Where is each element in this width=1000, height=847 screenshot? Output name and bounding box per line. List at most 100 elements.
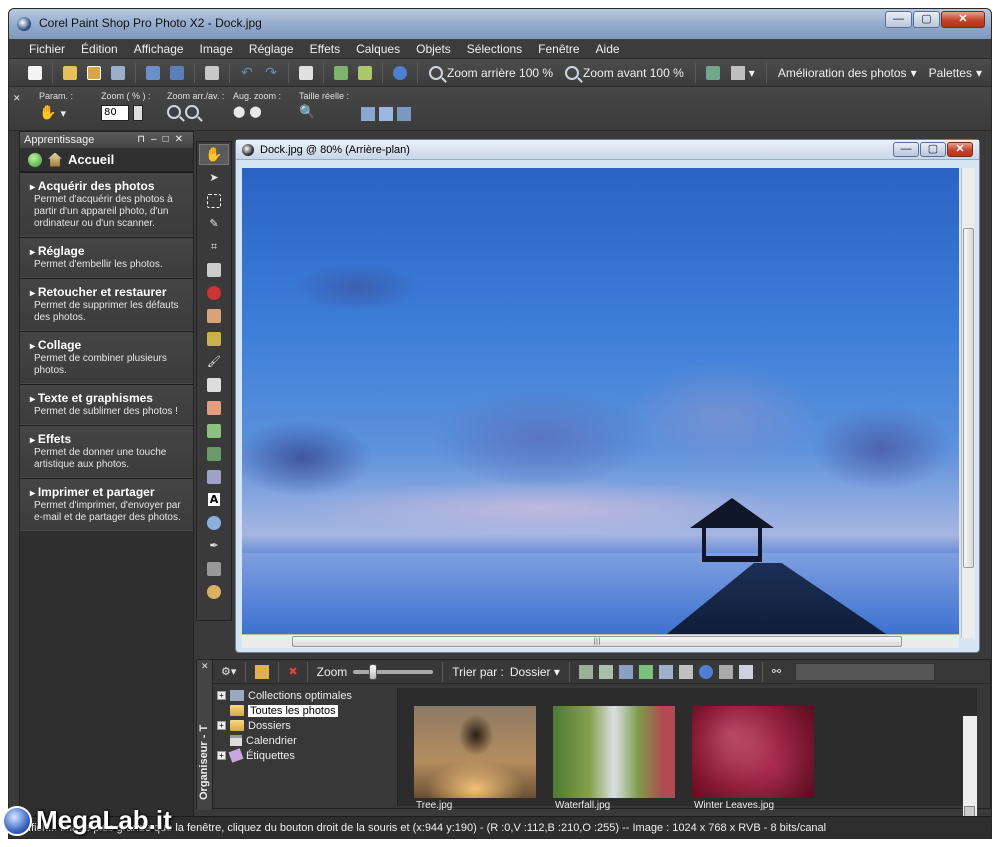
organizer-search-input[interactable] (795, 662, 936, 681)
panel-controls[interactable]: ⊓–□✕ (137, 132, 189, 148)
copy-dropdown[interactable]: ▾ (727, 65, 759, 80)
delete-icon[interactable]: ✖ (288, 665, 297, 678)
actual-size-icon[interactable]: 🔍 (299, 105, 315, 120)
makeover-tool[interactable] (199, 305, 229, 326)
home-icon[interactable] (48, 152, 62, 167)
shape-tool[interactable] (199, 512, 229, 533)
info-button[interactable] (390, 63, 410, 83)
collection-icon[interactable] (598, 664, 613, 679)
fill-tool[interactable] (199, 443, 229, 464)
horizontal-scroll-thumb[interactable]: ||| (292, 636, 902, 647)
crop-tool[interactable]: ⌗ (199, 236, 229, 257)
doc-maximize-button[interactable]: ▢ (920, 142, 946, 157)
organizer-options-icon[interactable]: ⚙▾ (221, 665, 236, 678)
art-media-tool[interactable] (199, 581, 229, 602)
menu-image[interactable]: Image (192, 39, 241, 58)
tree-item-all-photos[interactable]: Toutes les photos (217, 703, 385, 718)
zoom-out-icon[interactable] (167, 105, 181, 119)
vertical-scroll-thumb[interactable] (963, 228, 974, 568)
document-icon[interactable] (242, 144, 254, 156)
menu-fichier[interactable]: Fichier (21, 39, 73, 58)
section-text-graphics[interactable]: Texte et graphismesPermet de sublimer de… (20, 384, 193, 425)
image-title-bar[interactable]: Dock.jpg @ 80% (Arrière-plan) — ▢ ✕ (236, 140, 979, 160)
close-button[interactable]: ✕ (941, 11, 985, 28)
monitor-icon[interactable] (618, 664, 633, 679)
hand-preset-icon[interactable]: ✋ (39, 105, 56, 121)
menu-aide[interactable]: Aide (588, 39, 628, 58)
image-canvas[interactable] (242, 168, 959, 638)
home-label[interactable]: Accueil (68, 152, 114, 167)
menu-reglage[interactable]: Réglage (241, 39, 302, 58)
menu-fenetre[interactable]: Fenêtre (530, 39, 587, 58)
share-icon[interactable] (658, 664, 673, 679)
menu-effets[interactable]: Effets (302, 39, 348, 58)
app-icon[interactable] (17, 17, 31, 31)
pan-tool[interactable]: ✋ (199, 144, 229, 165)
zoom-step-in-icon[interactable]: ⬤ (249, 105, 261, 118)
organizer-side-tab[interactable]: ✕ Organiseur - T (197, 660, 213, 810)
one-step-fix-button[interactable] (331, 63, 351, 83)
browse-button[interactable] (84, 63, 104, 83)
vertical-scrollbar[interactable] (961, 168, 975, 638)
section-collage[interactable]: CollagePermet de combiner plusieurs phot… (20, 331, 193, 384)
thumbnail-waterfall[interactable]: Waterfall.jpg (553, 706, 675, 811)
tag-icon[interactable] (738, 664, 753, 679)
fit-image-icon[interactable] (379, 107, 393, 121)
menu-objets[interactable]: Objets (408, 39, 459, 58)
eraser-brush-tool[interactable] (199, 466, 229, 487)
info-icon[interactable] (698, 664, 713, 679)
organizer-close-icon[interactable]: ✕ (201, 662, 209, 672)
open-button[interactable] (60, 63, 80, 83)
title-bar[interactable]: Corel Paint Shop Pro Photo X2 - Dock.jpg… (9, 9, 991, 39)
tree-item-calendar[interactable]: Calendrier (217, 733, 385, 748)
section-adjust[interactable]: RéglagePermet d'embellir les photos. (20, 237, 193, 278)
section-retouch[interactable]: Retoucher et restaurerPermet de supprime… (20, 278, 193, 331)
red-eye-tool[interactable] (199, 282, 229, 303)
zoom-out-100-button[interactable]: Zoom arrière 100 % (425, 65, 557, 80)
redo-button[interactable]: ↷ (261, 63, 281, 83)
manager-button[interactable] (703, 63, 723, 83)
fit-screen-icon[interactable] (397, 107, 411, 121)
menu-calques[interactable]: Calques (348, 39, 408, 58)
zoom-step-out-icon[interactable]: ⬤ (233, 105, 245, 118)
expand-icon[interactable]: + (217, 691, 226, 700)
smart-fix-button[interactable] (355, 63, 375, 83)
doc-minimize-button[interactable]: — (893, 142, 919, 157)
doc-close-button[interactable]: ✕ (947, 142, 973, 157)
palettes-menu[interactable]: Palettes ▾ (925, 66, 986, 80)
thumbnail-winter-leaves[interactable]: Winter Leaves.jpg (692, 706, 814, 811)
color-replacer-tool[interactable] (199, 420, 229, 441)
thumbnail-tree[interactable]: Tree.jpg (414, 706, 536, 811)
new-file-button[interactable] (25, 63, 45, 83)
scan-button[interactable] (108, 63, 128, 83)
smudge-tool[interactable] (199, 397, 229, 418)
print-button[interactable] (202, 63, 222, 83)
tree-item-collections[interactable]: + Collections optimales (217, 688, 385, 703)
organizer-folder-icon[interactable] (255, 664, 270, 679)
maximize-button[interactable]: ▢ (913, 11, 940, 28)
section-effects[interactable]: EffetsPermet de donner une touche artist… (20, 425, 193, 478)
tree-item-folders[interactable]: + Dossiers (217, 718, 385, 733)
clone-tool[interactable] (199, 328, 229, 349)
expand-icon[interactable]: + (217, 721, 226, 730)
enhance-photo-menu[interactable]: Amélioration des photos ▾ (774, 66, 921, 80)
save-button[interactable] (143, 63, 163, 83)
upload-icon[interactable] (638, 664, 653, 679)
tree-item-tags[interactable]: + Étiquettes (217, 748, 385, 763)
zoom-in-icon[interactable] (185, 105, 199, 119)
warp-tool[interactable] (199, 558, 229, 579)
tool-options-close[interactable]: ✕ (13, 91, 21, 104)
chevron-down-icon[interactable]: ▾ (60, 107, 66, 120)
pick-tool[interactable]: ➤ (199, 167, 229, 188)
thumbnail-zoom-slider[interactable] (353, 663, 434, 680)
slider-knob[interactable] (369, 663, 378, 680)
zoom-in-100-button[interactable]: Zoom avant 100 % (561, 65, 688, 80)
selection-tool[interactable] (199, 190, 229, 211)
brush-tool[interactable]: 🖌 (199, 351, 229, 372)
resize-button[interactable] (296, 63, 316, 83)
panel-header[interactable]: Apprentissage ⊓–□✕ (20, 132, 193, 148)
horizontal-scrollbar[interactable]: ||| (242, 634, 959, 648)
section-print-share[interactable]: Imprimer et partagerPermet d'imprimer, d… (20, 478, 193, 531)
binoculars-icon[interactable]: ⚯ (772, 665, 781, 678)
minimize-button[interactable]: — (885, 11, 912, 28)
